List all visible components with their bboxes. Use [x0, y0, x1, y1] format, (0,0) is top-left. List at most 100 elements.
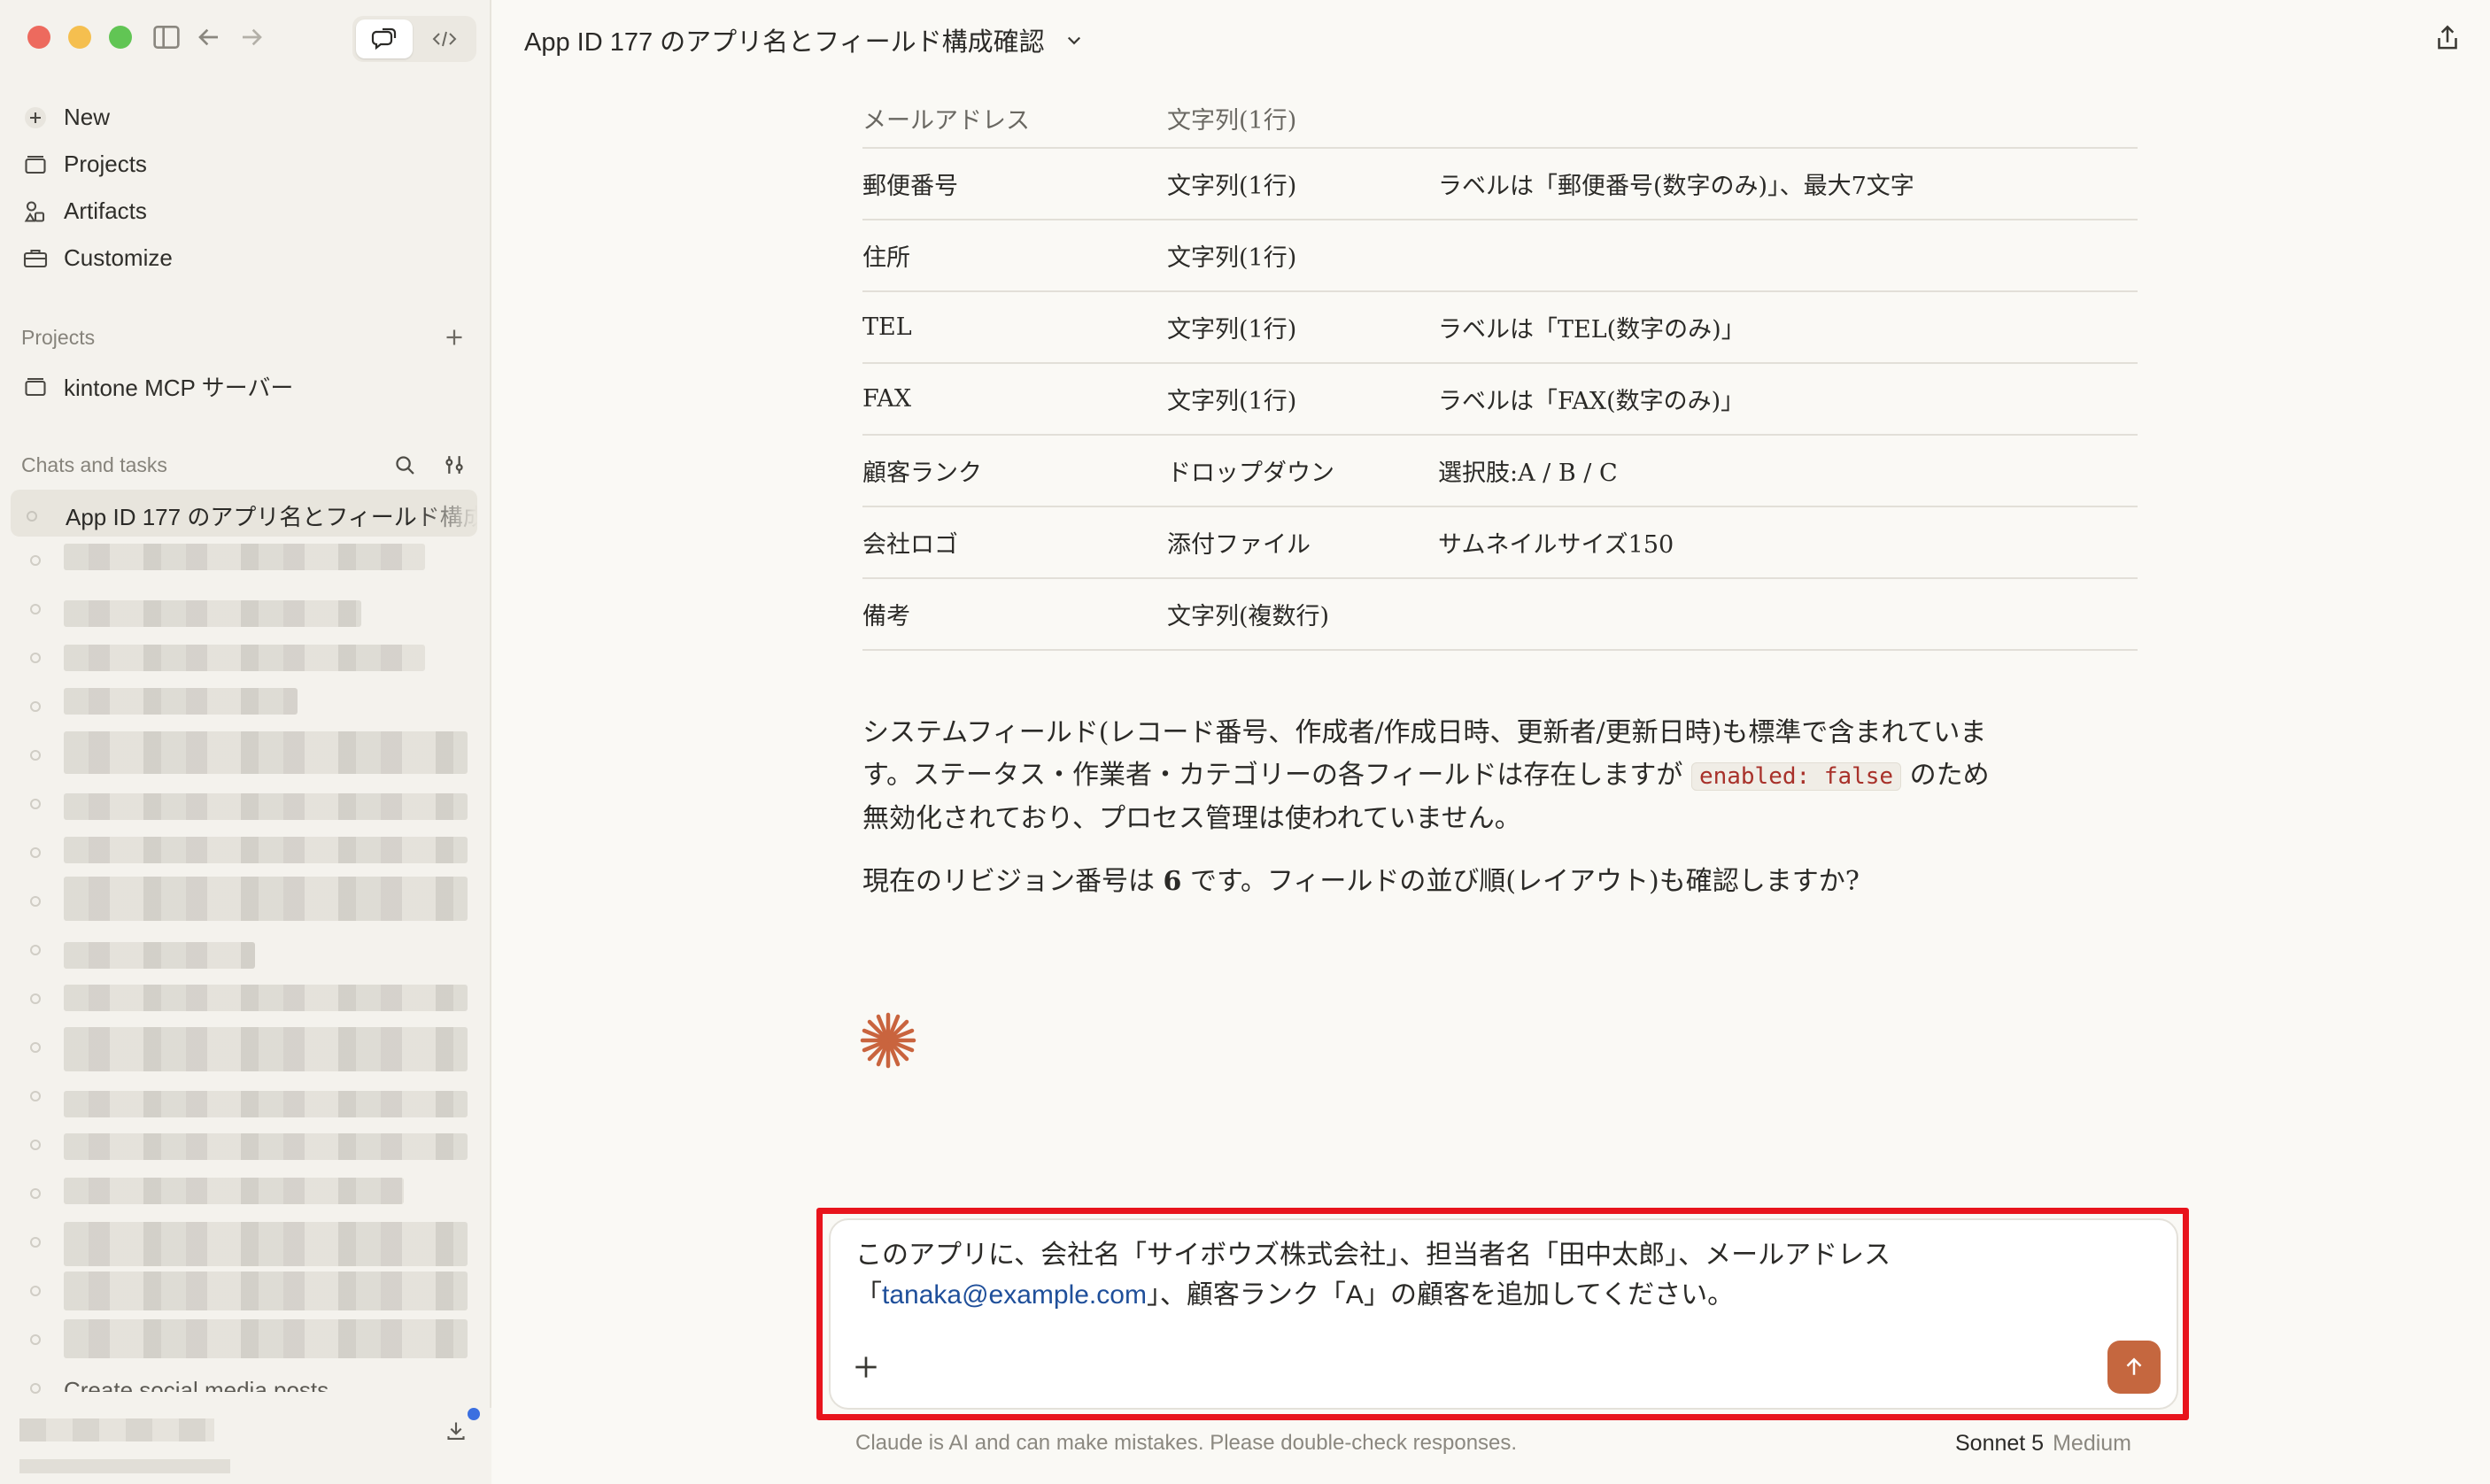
redacted-chat-item[interactable]: [64, 942, 255, 969]
chat-status-icon: [30, 1286, 41, 1296]
project-label: kintone MCP サーバー: [64, 375, 294, 401]
table-cell: 文字列(複数行): [1167, 603, 1330, 630]
chat-mode-icon[interactable]: [356, 19, 413, 58]
active-chat-row: App ID 177 のアプリ名とフィールド構成確認: [27, 499, 477, 532]
text-span: 「: [855, 1280, 882, 1310]
table-cell: FAX: [862, 385, 912, 413]
chat-status-icon: [30, 555, 41, 566]
table-cell: 文字列(1行): [1167, 244, 1297, 272]
text-span: す。ステータス・作業者・カテゴリーの各フィールドは存在しますが: [862, 760, 1691, 791]
search-icon[interactable]: [390, 450, 420, 480]
chat-status-icon: [30, 799, 41, 809]
redacted-user-name[interactable]: [19, 1418, 214, 1441]
table-cell: メールアドレス: [862, 106, 1030, 135]
model-effort: Medium: [2053, 1431, 2132, 1456]
download-icon[interactable]: [441, 1415, 471, 1445]
redacted-chat-item[interactable]: [64, 1271, 468, 1310]
redacted-chat-item[interactable]: [64, 1222, 468, 1266]
redacted-chat-item[interactable]: [64, 544, 425, 570]
project-item[interactable]: kintone MCP サーバー: [19, 363, 471, 410]
nav-artifacts[interactable]: Artifacts: [19, 188, 471, 235]
table-cell: 会社ロゴ: [862, 531, 958, 559]
back-arrow-icon[interactable]: [191, 19, 227, 55]
sidebar: New Projects Artifacts Customize Project…: [0, 0, 491, 1484]
table-cell: ドロップダウン: [1167, 460, 1334, 487]
redacted-chat-item[interactable]: [64, 1178, 404, 1204]
filter-icon[interactable]: [439, 450, 469, 480]
table-row: 備考 文字列(複数行): [862, 579, 2138, 651]
nav-projects[interactable]: Projects: [19, 141, 471, 188]
table-row: 顧客ランク ドロップダウン 選択肢:A / B / C: [862, 436, 2138, 507]
add-project-icon[interactable]: [439, 322, 469, 352]
chat-status-icon: [30, 750, 41, 761]
chat-status-icon: [30, 1091, 41, 1101]
chat-status-icon: [30, 896, 41, 907]
chat-status-icon: [30, 1383, 41, 1394]
email-text: tanaka@example.com: [882, 1280, 1147, 1310]
text-span: 現在のリビジョン番号は: [862, 866, 1164, 897]
text-span: のため: [1901, 760, 1990, 791]
redacted-chat-item[interactable]: [64, 731, 468, 774]
table-row: メールアドレス 文字列(1行): [862, 89, 2138, 149]
nav-label: Customize: [64, 244, 173, 271]
redacted-chat-item[interactable]: [64, 600, 361, 627]
chat-item-label[interactable]: Create social media posts: [64, 1372, 329, 1392]
redacted-chat-item[interactable]: [64, 1133, 468, 1160]
window-minimize-button[interactable]: [68, 26, 91, 49]
table-cell: 住所: [862, 244, 910, 272]
redacted-chat-item[interactable]: [64, 793, 468, 820]
table-cell: ラベルは「郵便番号(数字のみ)」、最大7文字: [1438, 173, 1914, 200]
attach-plus-icon[interactable]: [848, 1349, 884, 1385]
chat-status-icon: [30, 1140, 41, 1150]
sidebar-toggle-icon[interactable]: [149, 19, 184, 55]
redacted-chat-item[interactable]: [64, 645, 425, 671]
table-cell: ラベルは「TEL(数字のみ)」: [1438, 316, 1745, 344]
table-row: 会社ロゴ 添付ファイル サムネイルサイズ150: [862, 507, 2138, 579]
paragraph-line: システムフィールド(レコード番号、作成者/作成日時、更新者/更新日時)も標準で含…: [862, 717, 1987, 748]
table-cell: 備考: [862, 603, 910, 630]
redacted-chat-item[interactable]: [64, 985, 468, 1011]
redacted-chat-item[interactable]: [64, 1091, 468, 1117]
chat-status-icon: [27, 510, 37, 522]
chat-status-icon: [30, 653, 41, 663]
composer-line: 「tanaka@example.com」、顧客ランク「A」の顧客を追加してくださ…: [855, 1275, 2130, 1315]
nav-new[interactable]: New: [19, 94, 471, 141]
chat-title-button[interactable]: App ID 177 のアプリ名とフィールド構成確認: [524, 21, 1087, 58]
share-icon[interactable]: [2431, 21, 2464, 55]
composer-input[interactable]: このアプリに、会社名「サイボウズ株式会社」、担当者名「田中太郎」、メールアドレス…: [855, 1235, 2130, 1315]
table-cell: 顧客ランク: [862, 460, 982, 487]
active-chat-label: App ID 177 のアプリ名とフィールド構成確認: [66, 504, 477, 530]
redacted-chat-item[interactable]: [64, 837, 468, 863]
model-selector[interactable]: Sonnet 5 Medium: [1955, 1431, 2131, 1457]
redacted-user-plan: [19, 1459, 230, 1473]
shapes-icon: [19, 196, 51, 228]
chats-heading: Chats and tasks: [21, 453, 167, 476]
redacted-chat-item[interactable]: [64, 877, 468, 921]
redacted-chat-item[interactable]: [64, 1027, 468, 1071]
table-cell: 選択肢:A / B / C: [1438, 460, 1618, 487]
send-button[interactable]: [2107, 1341, 2161, 1394]
table-cell: 文字列(1行): [1167, 106, 1297, 135]
window-close-button[interactable]: [27, 26, 50, 49]
chevron-down-icon: [1061, 27, 1087, 53]
revision-number: 6: [1163, 866, 1182, 897]
paragraph-line: す。ステータス・作業者・カテゴリーの各フィールドは存在しますが enabled:…: [862, 754, 2084, 798]
table-cell: 文字列(1行): [1167, 173, 1297, 200]
disclaimer-text: Claude is AI and can make mistakes. Plea…: [855, 1431, 1518, 1455]
chat-status-icon: [30, 604, 41, 614]
arrow-up-icon: [2126, 1357, 2142, 1375]
redacted-chat-item[interactable]: [64, 688, 298, 715]
table-row: 住所 文字列(1行): [862, 220, 2138, 292]
nav-customize[interactable]: Customize: [19, 235, 471, 282]
projects-heading: Projects: [21, 326, 96, 349]
window-maximize-button[interactable]: [109, 26, 132, 49]
nav-label: Projects: [64, 151, 147, 177]
table-cell: 添付ファイル: [1167, 531, 1311, 559]
forward-arrow-icon[interactable]: [234, 19, 269, 55]
table-cell: 郵便番号: [862, 173, 958, 200]
redacted-chat-item[interactable]: [64, 1319, 468, 1358]
primary-nav: New Projects Artifacts Customize: [19, 94, 471, 282]
code-mode-icon[interactable]: [416, 19, 473, 58]
assistant-paragraph: システムフィールド(レコード番号、作成者/作成日時、更新者/更新日時)も標準で含…: [862, 712, 2084, 840]
text-span: です。フィールドの並び順(レイアウト)も確認しますか?: [1181, 866, 1860, 897]
